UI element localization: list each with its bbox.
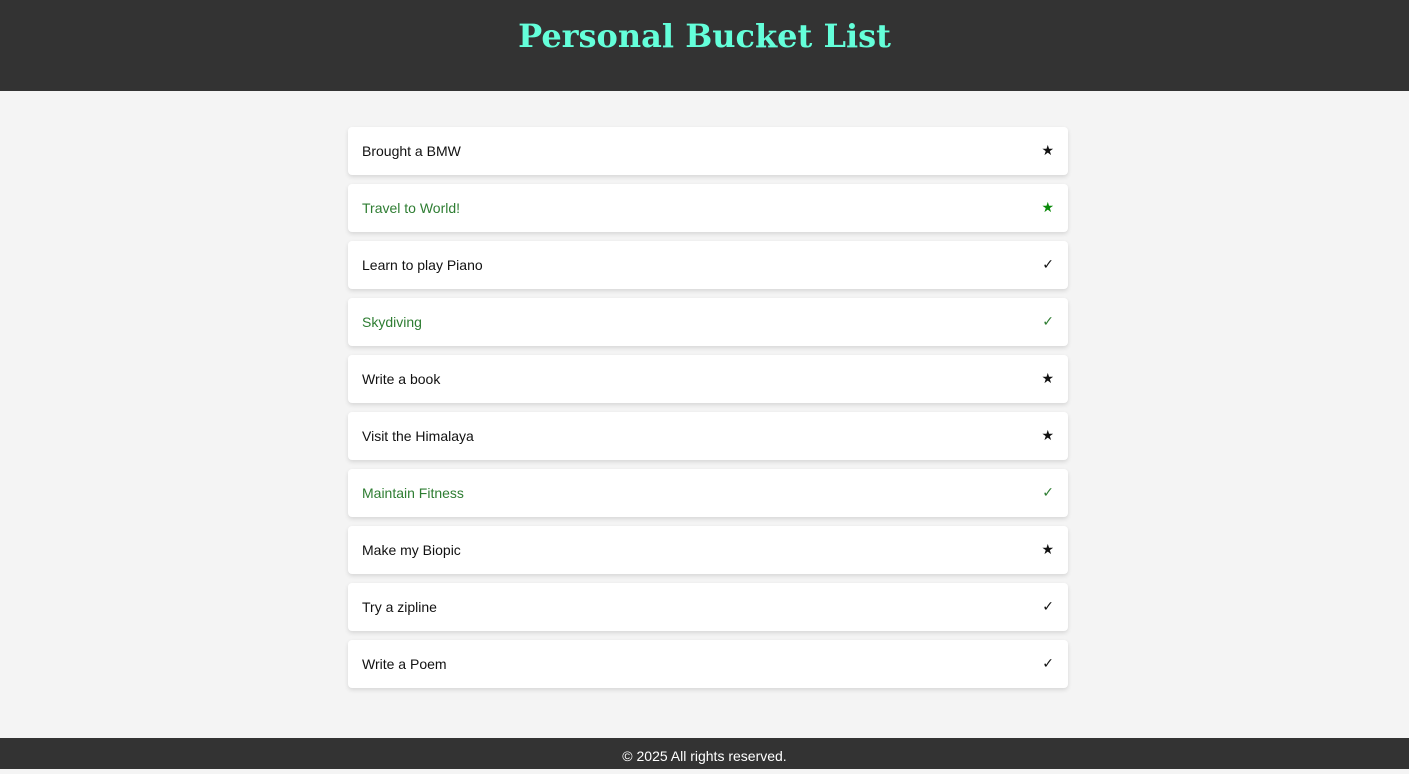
list-item[interactable]: Travel to World! ★ xyxy=(348,184,1068,232)
star-icon: ★ xyxy=(1041,143,1054,159)
star-icon: ★ xyxy=(1041,542,1054,558)
footer-text: © 2025 All rights reserved. xyxy=(622,748,787,764)
star-icon: ★ xyxy=(1041,200,1054,216)
item-label: Skydiving xyxy=(362,314,422,330)
item-label: Brought a BMW xyxy=(362,143,461,159)
bucket-list: Brought a BMW ★ Travel to World! ★ Learn to … xyxy=(348,127,1068,697)
list-item[interactable]: Visit the Himalaya ★ xyxy=(348,412,1068,460)
list-item[interactable]: Brought a BMW ★ xyxy=(348,127,1068,175)
list-item[interactable]: Learn to play Piano ✓ xyxy=(348,241,1068,289)
check-icon: ✓ xyxy=(1042,599,1054,615)
item-label: Write a Poem xyxy=(362,656,447,672)
check-icon: ✓ xyxy=(1042,485,1054,501)
list-item[interactable]: Make my Biopic ★ xyxy=(348,526,1068,574)
star-icon: ★ xyxy=(1041,428,1054,444)
list-item[interactable]: Write a book ★ xyxy=(348,355,1068,403)
check-icon: ✓ xyxy=(1042,257,1054,273)
page-footer: © 2025 All rights reserved. xyxy=(0,738,1409,769)
item-label: Learn to play Piano xyxy=(362,257,483,273)
list-item[interactable]: Write a Poem ✓ xyxy=(348,640,1068,688)
page-header: Personal Bucket List xyxy=(0,0,1409,91)
check-icon: ✓ xyxy=(1042,656,1054,672)
page-title: Personal Bucket List xyxy=(518,17,891,55)
item-label: Maintain Fitness xyxy=(362,485,464,501)
item-label: Write a book xyxy=(362,371,441,387)
item-label: Try a zipline xyxy=(362,599,437,615)
check-icon: ✓ xyxy=(1042,314,1054,330)
item-label: Visit the Himalaya xyxy=(362,428,474,444)
item-label: Travel to World! xyxy=(362,200,461,216)
list-item[interactable]: Try a zipline ✓ xyxy=(348,583,1068,631)
list-item[interactable]: Skydiving ✓ xyxy=(348,298,1068,346)
list-item[interactable]: Maintain Fitness ✓ xyxy=(348,469,1068,517)
item-label: Make my Biopic xyxy=(362,542,461,558)
star-icon: ★ xyxy=(1041,371,1054,387)
